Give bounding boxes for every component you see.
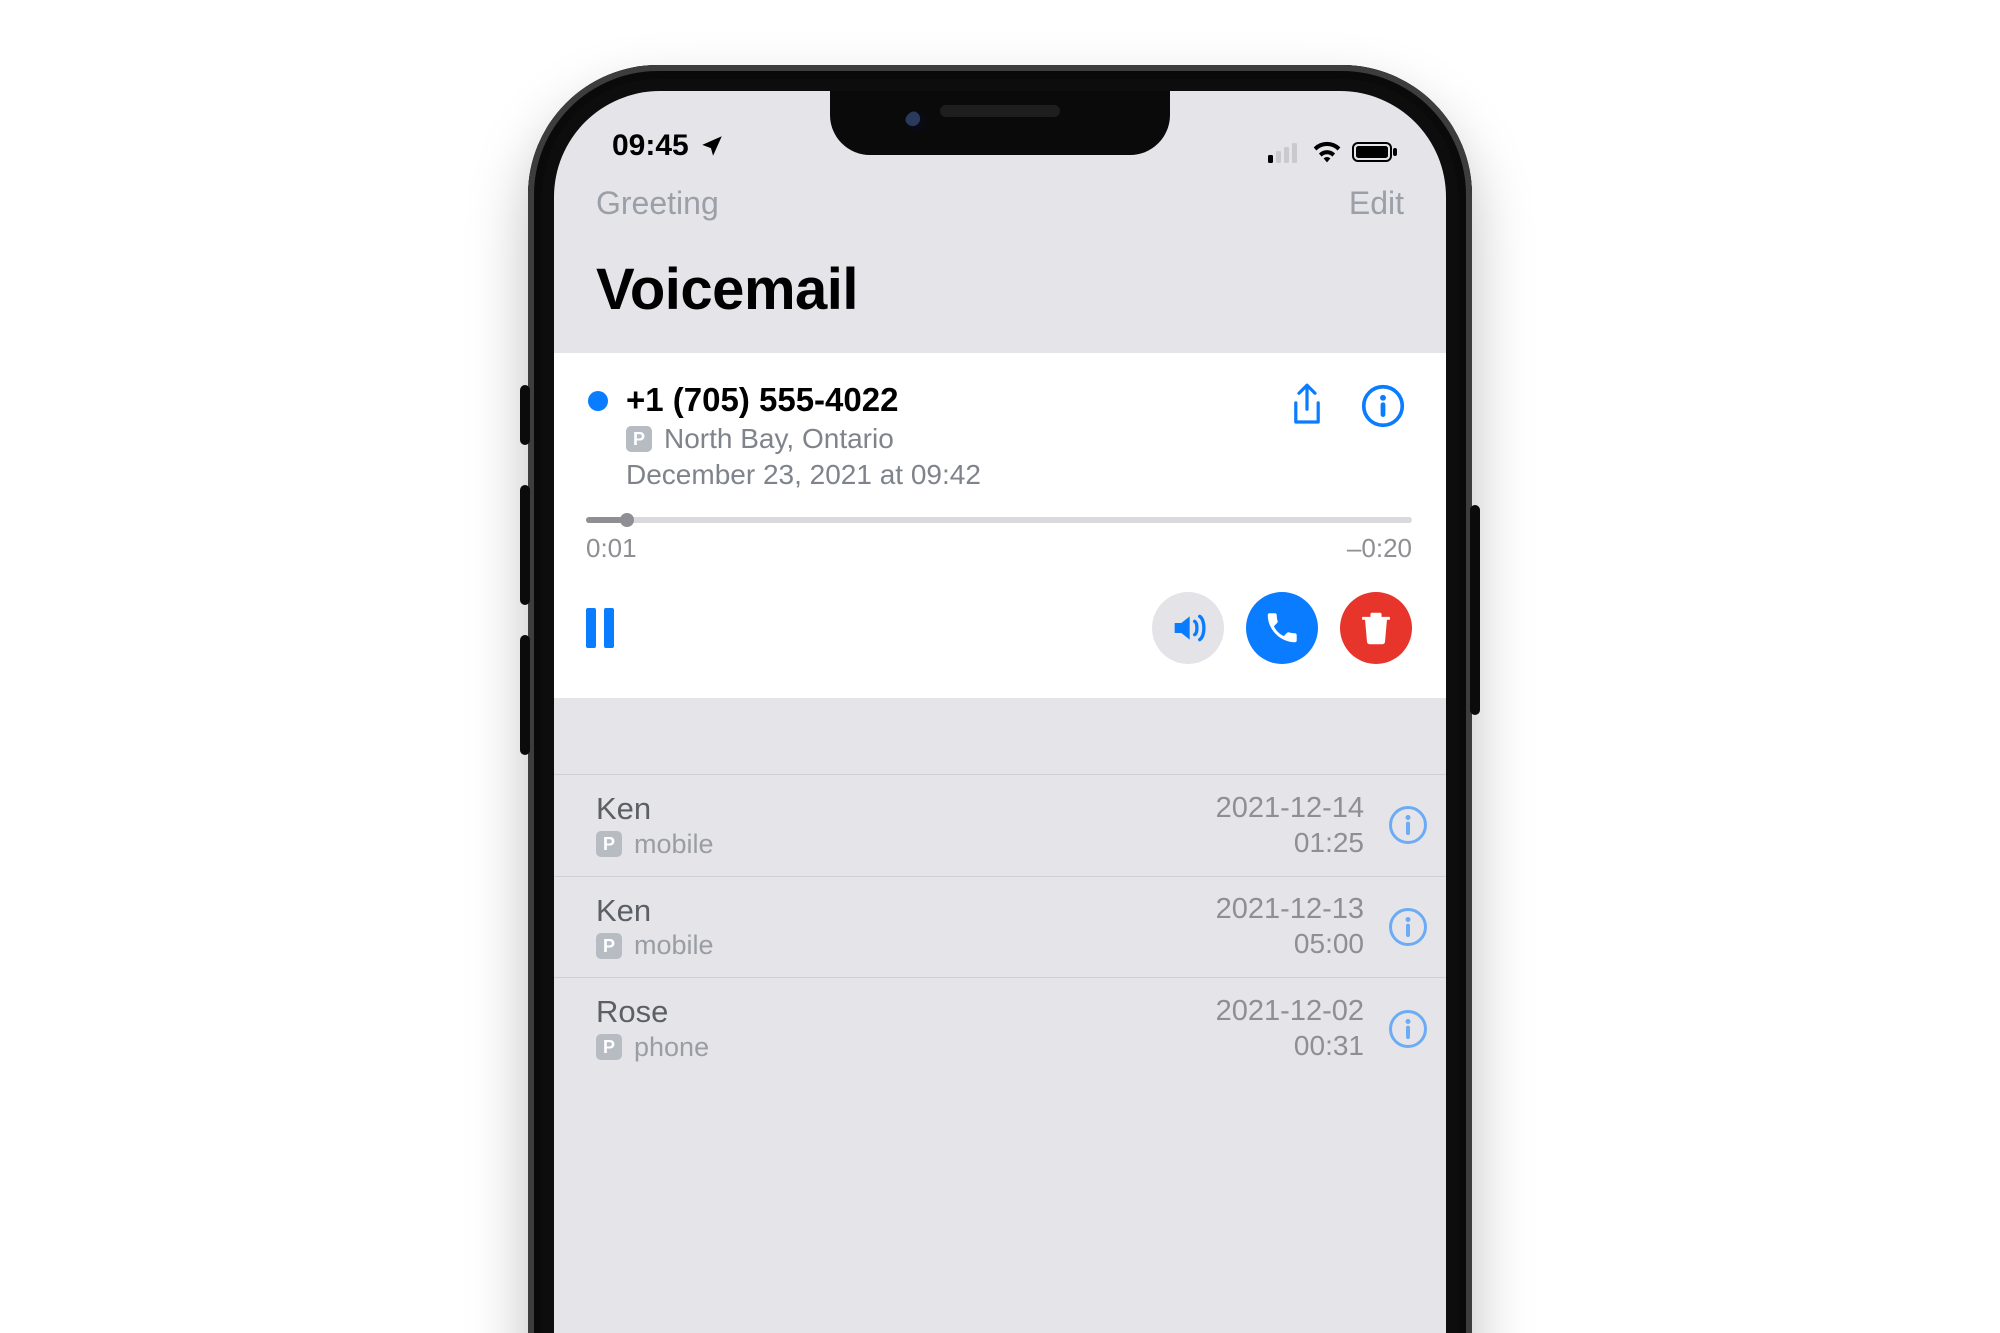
volume-down-button — [520, 635, 530, 755]
screen: 09:45 — [554, 91, 1446, 1333]
vm-date: 2021-12-02 — [1216, 995, 1364, 1028]
status-time: 09:45 — [612, 129, 689, 163]
parking-badge-icon: P — [596, 831, 622, 857]
vm-date: 2021-12-14 — [1216, 792, 1364, 825]
voicemail-row[interactable]: Ken P mobile 2021-12-14 01:25 — [554, 774, 1446, 876]
ring-silent-switch — [520, 385, 530, 445]
call-timestamp: December 23, 2021 at 09:42 — [626, 459, 1284, 491]
caller-location: North Bay, Ontario — [664, 423, 894, 455]
wifi-icon — [1312, 141, 1342, 163]
vm-caller-name: Ken — [596, 893, 1216, 929]
active-voicemail-card: +1 (705) 555-4022 P North Bay, Ontario D… — [554, 353, 1446, 698]
info-button[interactable] — [1360, 383, 1406, 429]
voicemail-list: Ken P mobile 2021-12-14 01:25 Ken P mobi… — [554, 698, 1446, 1079]
vm-duration: 00:31 — [1294, 1030, 1364, 1062]
vm-label: phone — [634, 1032, 709, 1063]
vm-caller-name: Rose — [596, 994, 1216, 1030]
greeting-button[interactable]: Greeting — [596, 185, 719, 222]
voicemail-row[interactable]: Rose P phone 2021-12-02 00:31 — [554, 977, 1446, 1079]
unread-dot-icon — [588, 391, 608, 411]
speaker-output-button[interactable] — [1152, 592, 1224, 664]
volume-up-button — [520, 485, 530, 605]
pause-button[interactable] — [586, 608, 614, 648]
location-arrow-icon — [699, 133, 725, 159]
notch — [830, 91, 1170, 155]
front-camera — [905, 111, 927, 133]
parking-badge-icon: P — [596, 1034, 622, 1060]
delete-button[interactable] — [1340, 592, 1412, 664]
vm-date: 2021-12-13 — [1216, 893, 1364, 926]
side-button — [1470, 505, 1480, 715]
device-frame: 09:45 — [528, 65, 1472, 1333]
call-back-button[interactable] — [1246, 592, 1318, 664]
battery-icon — [1352, 141, 1398, 163]
vm-duration: 05:00 — [1294, 928, 1364, 960]
info-button[interactable] — [1388, 805, 1428, 845]
edit-button[interactable]: Edit — [1349, 185, 1404, 222]
info-button[interactable] — [1388, 907, 1428, 947]
vm-label: mobile — [634, 930, 714, 961]
cellular-signal-icon — [1268, 141, 1302, 163]
vm-duration: 01:25 — [1294, 827, 1364, 859]
parking-badge-icon: P — [596, 933, 622, 959]
remaining-time: –0:20 — [1347, 533, 1412, 564]
info-button[interactable] — [1388, 1009, 1428, 1049]
share-button[interactable] — [1284, 383, 1330, 429]
elapsed-time: 0:01 — [586, 533, 637, 564]
page-title: Voicemail — [554, 228, 1446, 353]
earpiece-speaker — [940, 105, 1060, 117]
parking-badge-icon: P — [626, 426, 652, 452]
vm-caller-name: Ken — [596, 791, 1216, 827]
voicemail-row[interactable]: Ken P mobile 2021-12-13 05:00 — [554, 876, 1446, 978]
playback-scrubber[interactable] — [586, 517, 1412, 523]
caller-number: +1 (705) 555-4022 — [626, 381, 1284, 419]
vm-label: mobile — [634, 829, 714, 860]
